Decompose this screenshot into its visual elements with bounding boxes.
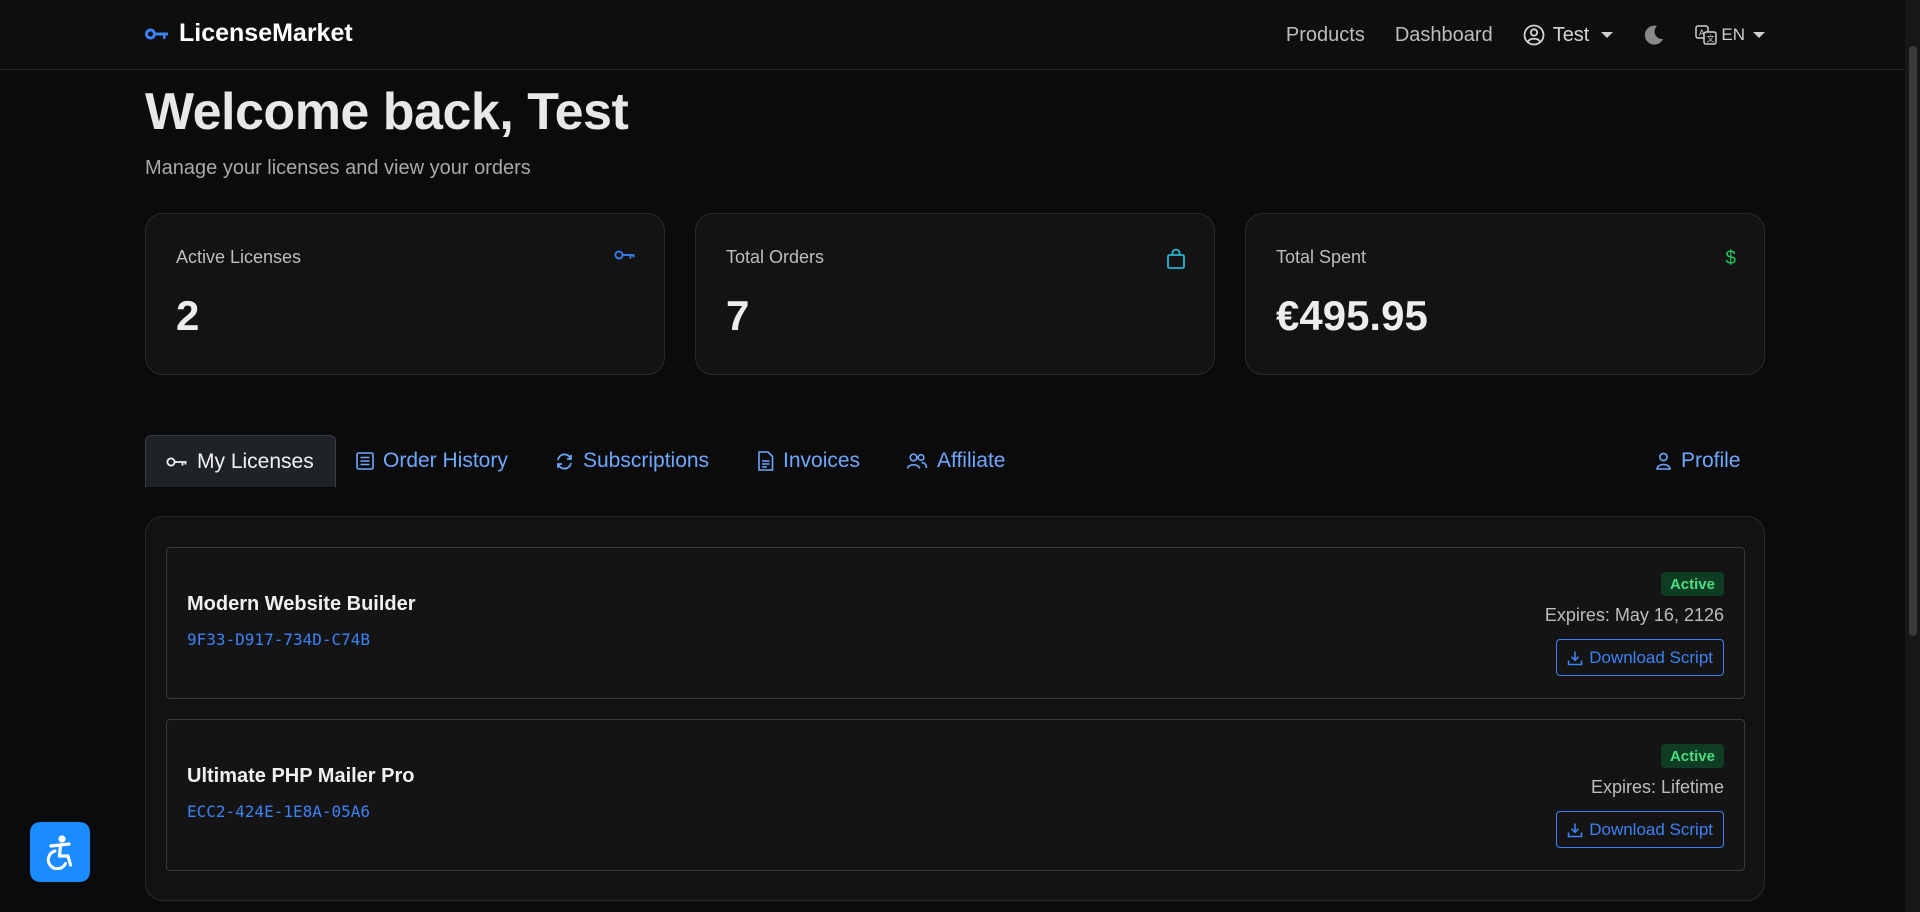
stat-card-total-orders: Total Orders 7 — [695, 213, 1215, 375]
nav-menu: Products Dashboard Test A文 EN — [1286, 18, 1765, 52]
license-card: Modern Website Builder 9F33-D917-734D-C7… — [166, 547, 1745, 699]
licenses-panel: Modern Website Builder 9F33-D917-734D-C7… — [145, 516, 1765, 901]
license-expiry: Expires: Lifetime — [1590, 777, 1724, 797]
list-icon — [356, 452, 374, 470]
moon-icon — [1643, 24, 1665, 46]
nav-products[interactable]: Products — [1286, 24, 1365, 47]
dollar-icon: $ — [1725, 248, 1736, 269]
stat-label: Total Spent — [1276, 247, 1367, 267]
accessibility-button[interactable] — [30, 822, 90, 882]
license-key: 9F33-D917-734D-C74B — [187, 630, 371, 649]
license-name: Modern Website Builder — [187, 593, 416, 615]
tab-invoices[interactable]: Invoices — [757, 435, 860, 487]
tab-label: Invoices — [783, 449, 861, 472]
stat-value: 7 — [726, 292, 750, 339]
stat-card-active-licenses: Active Licenses 2 — [145, 213, 665, 375]
page-title: Welcome back, Test — [145, 83, 629, 141]
tab-subscriptions[interactable]: Subscriptions — [555, 435, 709, 487]
license-expiry: Expires: May 16, 2126 — [1544, 605, 1724, 625]
nav-dashboard[interactable]: Dashboard — [1395, 24, 1493, 47]
tab-label: Affiliate — [937, 449, 1006, 472]
user-name: Test — [1552, 23, 1590, 46]
key-icon — [145, 27, 169, 41]
stat-label: Total Orders — [726, 247, 825, 267]
document-icon — [757, 451, 774, 471]
dashboard-tabs: My Licenses Order History Subscriptions … — [145, 435, 1765, 487]
user-circle-icon — [1523, 24, 1545, 46]
chevron-down-icon — [1753, 32, 1765, 38]
language-code: EN — [1721, 25, 1745, 44]
accessibility-icon — [43, 834, 77, 870]
download-script-button[interactable]: Download Script — [1556, 639, 1724, 676]
license-key: ECC2-424E-1E8A-05A6 — [187, 802, 371, 821]
navbar: LicenseMarket Products Dashboard Test A文 — [0, 0, 1905, 70]
language-menu[interactable]: A文 EN — [1695, 25, 1765, 45]
tab-affiliate[interactable]: Affiliate — [906, 435, 1006, 487]
key-icon — [166, 455, 188, 469]
button-label: Download Script — [1589, 819, 1713, 839]
translate-icon: A文 — [1695, 25, 1718, 45]
download-script-button[interactable]: Download Script — [1556, 811, 1724, 848]
key-icon — [614, 248, 636, 262]
page-subtitle: Manage your licenses and view your order… — [145, 157, 531, 179]
tab-my-licenses[interactable]: My Licenses — [145, 435, 336, 487]
tab-order-history[interactable]: Order History — [356, 435, 508, 487]
license-card: Ultimate PHP Mailer Pro ECC2-424E-1E8A-0… — [166, 719, 1745, 871]
download-icon — [1567, 650, 1583, 666]
tab-label: Order History — [383, 449, 508, 472]
brand-link[interactable]: LicenseMarket — [145, 19, 353, 48]
refresh-icon — [555, 452, 574, 471]
stat-label: Active Licenses — [176, 247, 302, 267]
chevron-down-icon — [1601, 32, 1614, 38]
tab-profile[interactable]: Profile — [1655, 435, 1741, 487]
stat-card-total-spent: Total Spent €495.95 $ — [1245, 213, 1765, 375]
stat-value: €495.95 — [1276, 292, 1428, 339]
tab-label: My Licenses — [197, 449, 314, 473]
tab-label: Subscriptions — [583, 449, 710, 472]
person-icon — [1655, 452, 1672, 470]
license-name: Ultimate PHP Mailer Pro — [187, 765, 415, 787]
button-label: Download Script — [1589, 647, 1713, 667]
stat-value: 2 — [176, 292, 200, 339]
user-menu[interactable]: Test — [1523, 24, 1614, 47]
scrollbar-thumb[interactable] — [1909, 46, 1917, 636]
download-icon — [1567, 822, 1583, 838]
page: LicenseMarket Products Dashboard Test A文 — [0, 0, 1920, 912]
people-icon — [906, 452, 928, 470]
tab-label: Profile — [1681, 449, 1741, 472]
status-badge: Active — [1660, 572, 1724, 596]
theme-toggle[interactable] — [1643, 24, 1665, 46]
brand-name: LicenseMarket — [179, 19, 353, 47]
bag-icon — [1166, 248, 1186, 270]
svg-text:文: 文 — [1707, 34, 1715, 44]
status-badge: Active — [1660, 744, 1724, 768]
